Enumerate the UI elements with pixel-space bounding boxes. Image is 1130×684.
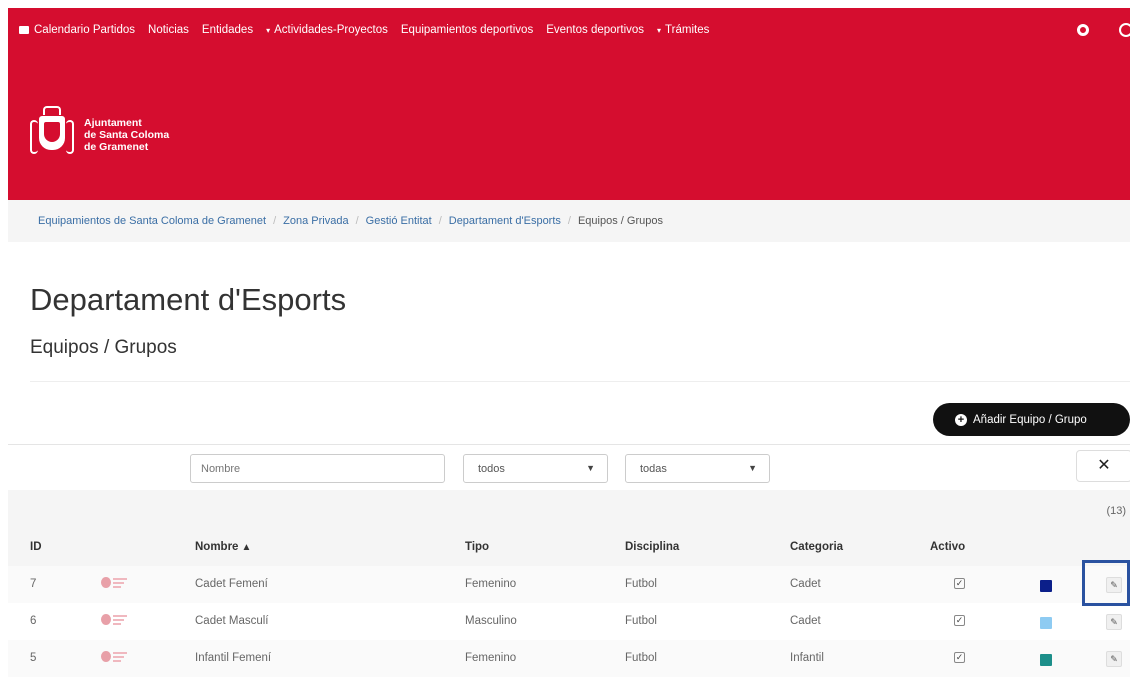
breadcrumb-current: Equipos / Grupos — [577, 215, 663, 227]
result-count: (13) — [1106, 505, 1126, 517]
edit-button[interactable]: ✎ — [1106, 651, 1122, 667]
cell-nombre: Cadet Femení — [195, 578, 268, 590]
clear-filters-button[interactable]: ✕ — [1076, 450, 1130, 482]
color-swatch — [1040, 617, 1052, 629]
nav-item-equipamientos[interactable]: Equipamientos deportivos — [401, 24, 533, 36]
logo-text: Ajuntament de Santa Coloma de Gramenet — [84, 117, 169, 153]
cell-nombre: Infantil Femení — [195, 652, 272, 664]
breadcrumb: Equipamientos de Santa Coloma de Gramene… — [8, 200, 1130, 242]
breadcrumb-link[interactable]: Zona Privada — [283, 215, 348, 227]
column-header-label: Nombre — [195, 541, 239, 553]
logo-line: de Santa Coloma — [84, 129, 170, 141]
breadcrumb-separator: / — [355, 215, 359, 227]
page-title: Departament d'Esports — [30, 282, 347, 317]
nav-item-noticias[interactable]: Noticias — [148, 24, 189, 36]
nav-label: Equipamientos deportivos — [400, 24, 534, 36]
divider — [30, 381, 1130, 382]
nav-label: Calendario Partidos — [34, 24, 136, 36]
cell-categoria: Cadet — [790, 578, 821, 590]
disciplina-filter-value: todas — [640, 462, 667, 475]
caret-down-icon: ▾ — [266, 25, 271, 35]
cell-tipo: Femenino — [465, 578, 517, 590]
column-header-activo[interactable]: Activo — [930, 541, 965, 553]
logo-line: Ajuntament — [84, 117, 142, 129]
breadcrumb-separator: / — [567, 215, 571, 227]
breadcrumb-link[interactable]: Equipamientos de Santa Coloma de Gramene… — [38, 215, 266, 227]
team-logo-icon — [101, 576, 129, 590]
top-navigation: Calendario Partidos Noticias Entidades ▾… — [8, 8, 1130, 52]
logo-line: de Gramenet — [84, 141, 149, 153]
caret-down-icon: ▾ — [657, 25, 662, 35]
cell-tipo: Femenino — [465, 652, 517, 664]
column-header-categoria[interactable]: Categoria — [790, 541, 843, 553]
nav-item-calendario[interactable]: Calendario Partidos — [19, 24, 135, 36]
nav-label: Eventos deportivos — [546, 24, 645, 36]
add-team-label: Añadir Equipo / Grupo — [973, 413, 1087, 426]
breadcrumb-link[interactable]: Departament d'Esports — [449, 215, 561, 227]
table-header: ID Nombre ▲ Tipo Disciplina Categoria Act… — [8, 530, 1130, 566]
cell-id: 6 — [30, 615, 37, 627]
globe-icon[interactable] — [1119, 23, 1130, 37]
table-row[interactable]: 7 Cadet Femení Femenino Futbol Cadet ✓ ✎ — [8, 566, 1130, 603]
crest-icon — [30, 106, 74, 164]
cell-disciplina: Futbol — [625, 652, 657, 664]
column-header-nombre[interactable]: Nombre ▲ — [195, 541, 251, 553]
cell-categoria: Cadet — [790, 615, 821, 627]
count-bar: (13) — [8, 490, 1130, 530]
cell-disciplina: Futbol — [625, 578, 657, 590]
breadcrumb-link[interactable]: Gestió Entitat — [366, 215, 432, 227]
color-swatch — [1040, 580, 1052, 592]
nav-label: Entidades — [201, 24, 254, 36]
calendar-icon — [19, 26, 29, 34]
team-logo-icon — [101, 650, 129, 664]
cell-id: 5 — [30, 652, 37, 664]
nav-label: Noticias — [148, 24, 189, 36]
nav-label: Trámites — [665, 24, 710, 36]
nav-right-icons — [1077, 8, 1130, 52]
add-team-button[interactable]: + Añadir Equipo / Grupo — [933, 403, 1130, 436]
breadcrumb-separator: / — [273, 215, 277, 227]
ajuntament-logo[interactable]: Ajuntament de Santa Coloma de Gramenet — [30, 106, 169, 164]
nav-item-entidades[interactable]: Entidades — [202, 24, 253, 36]
name-filter-input[interactable] — [190, 454, 445, 483]
tipo-filter-select[interactable]: todos ▼ — [463, 454, 608, 483]
plus-circle-icon: + — [955, 413, 967, 426]
disciplina-filter-select[interactable]: todas ▼ — [625, 454, 770, 483]
column-header-id[interactable]: ID — [30, 541, 42, 553]
cell-categoria: Infantil — [790, 652, 824, 664]
gear-icon[interactable] — [1077, 24, 1089, 36]
nav-item-tramites[interactable]: ▾ Trámites — [657, 24, 709, 36]
nav-item-eventos[interactable]: Eventos deportivos — [546, 24, 644, 36]
nav-item-actividades[interactable]: ▾ Actividades-Proyectos — [266, 24, 388, 36]
activo-checkbox[interactable]: ✓ — [954, 615, 965, 626]
color-swatch — [1040, 654, 1052, 666]
chevron-down-icon: ▼ — [748, 463, 757, 473]
cell-id: 7 — [30, 578, 37, 590]
nav-label: Actividades-Proyectos — [274, 24, 388, 36]
column-header-disciplina[interactable]: Disciplina — [625, 541, 679, 553]
breadcrumb-separator: / — [438, 215, 442, 227]
table-row[interactable]: 6 Cadet Masculí Masculino Futbol Cadet ✓… — [8, 603, 1130, 640]
edit-button[interactable]: ✎ — [1106, 577, 1122, 593]
page-subtitle: Equipos / Grupos — [30, 337, 177, 358]
activo-checkbox[interactable]: ✓ — [954, 578, 965, 589]
team-logo-icon — [101, 613, 129, 627]
table-row[interactable]: 5 Infantil Femení Femenino Futbol Infant… — [8, 640, 1130, 677]
filter-bar: todos ▼ todas ▼ ✕ — [8, 444, 1130, 490]
tipo-filter-value: todos — [478, 462, 505, 475]
site-header: Calendario Partidos Noticias Entidades ▾… — [8, 8, 1130, 200]
cell-tipo: Masculino — [465, 615, 517, 627]
column-header-tipo[interactable]: Tipo — [465, 541, 489, 553]
activo-checkbox[interactable]: ✓ — [954, 652, 965, 663]
edit-button[interactable]: ✎ — [1106, 614, 1122, 630]
chevron-down-icon: ▼ — [586, 463, 595, 473]
cell-disciplina: Futbol — [625, 615, 657, 627]
sort-asc-icon: ▲ — [241, 542, 252, 553]
cell-nombre: Cadet Masculí — [195, 615, 269, 627]
